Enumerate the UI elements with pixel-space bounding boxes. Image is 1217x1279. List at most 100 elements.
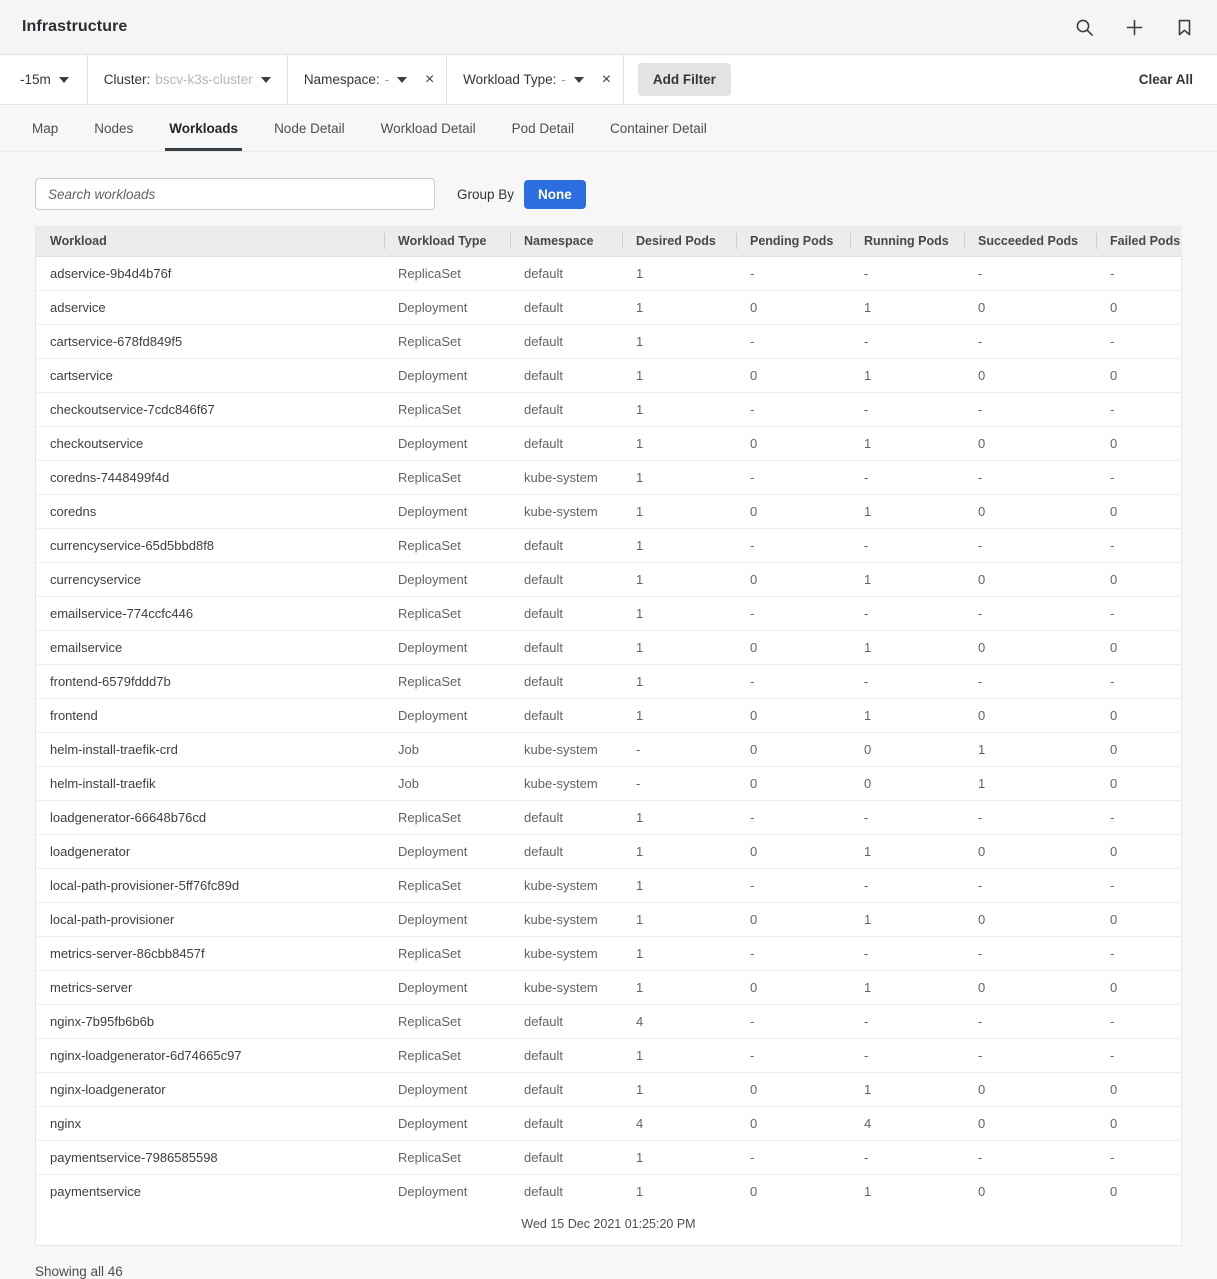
- cell-workload-type: Deployment: [384, 698, 510, 733]
- table-row[interactable]: adservice-9b4d4b76f ReplicaSet default 1- - -…: [36, 256, 1182, 291]
- tab-map[interactable]: Map: [14, 105, 76, 151]
- table-row[interactable]: cartservice Deployment default 1 0 1 0 0: [36, 358, 1182, 393]
- tab-nodes[interactable]: Nodes: [76, 105, 151, 151]
- cell-failed-pods: 0: [1096, 766, 1182, 801]
- cell-workload[interactable]: currencyservice: [36, 562, 384, 597]
- table-row[interactable]: paymentservice-7986585598 ReplicaSet defau…: [36, 1140, 1182, 1175]
- filter-workload-type[interactable]: Workload Type: -: [447, 55, 590, 104]
- table-row[interactable]: emailservice Deployment default 1 0 1 0 0: [36, 630, 1182, 665]
- table-row[interactable]: nginx-loadgenerator-6d74665c97 ReplicaSet…: [36, 1038, 1182, 1073]
- table-row[interactable]: emailservice-774ccfc446 ReplicaSet default…: [36, 596, 1182, 631]
- column-header-failed-pods[interactable]: Failed Pods: [1096, 226, 1182, 257]
- cell-workload[interactable]: checkoutservice: [36, 426, 384, 461]
- table-row[interactable]: nginx-loadgenerator Deployment default 1 0 1 0…: [36, 1072, 1182, 1107]
- tab-node-detail[interactable]: Node Detail: [256, 105, 363, 151]
- cell-workload[interactable]: cartservice-678fd849f5: [36, 324, 384, 359]
- time-range-filter[interactable]: -15m: [0, 55, 88, 104]
- cell-succeeded-pods: 0: [964, 562, 1096, 597]
- column-header-desired-pods[interactable]: Desired Pods: [622, 226, 736, 257]
- column-header-succeeded-pods[interactable]: Succeeded Pods: [964, 226, 1096, 257]
- cell-workload[interactable]: nginx: [36, 1106, 384, 1141]
- cell-workload[interactable]: coredns: [36, 494, 384, 529]
- cell-workload[interactable]: helm-install-traefik-crd: [36, 732, 384, 767]
- clear-all-button[interactable]: Clear All: [1115, 55, 1217, 104]
- table-row[interactable]: paymentservice Deployment default 1 0 1 0 0: [36, 1175, 1182, 1209]
- table-row[interactable]: currencyservice-65d5bbd8f8 ReplicaSet defa…: [36, 528, 1182, 563]
- cell-workload[interactable]: helm-install-traefik: [36, 766, 384, 801]
- cell-workload[interactable]: nginx-loadgenerator-6d74665c97: [36, 1038, 384, 1073]
- table-row[interactable]: helm-install-traefik Job kube-system -0 0 1 0: [36, 766, 1182, 801]
- tab-pod-detail[interactable]: Pod Detail: [494, 105, 592, 151]
- cell-workload[interactable]: coredns-7448499f4d: [36, 460, 384, 495]
- table-row[interactable]: checkoutservice Deployment default 1 0 1 0 0: [36, 426, 1182, 461]
- table-row[interactable]: coredns-7448499f4d ReplicaSet kube-system 1…: [36, 460, 1182, 495]
- cell-workload[interactable]: metrics-server-86cbb8457f: [36, 936, 384, 971]
- table-row[interactable]: coredns Deployment kube-system 1 0 1 0 0: [36, 494, 1182, 529]
- cell-workload[interactable]: emailservice-774ccfc446: [36, 596, 384, 631]
- table-row[interactable]: metrics-server-86cbb8457f ReplicaSet kube-…: [36, 936, 1182, 971]
- cell-namespace: default: [510, 664, 622, 699]
- cell-workload[interactable]: local-path-provisioner-5ff76fc89d: [36, 868, 384, 903]
- table-row[interactable]: frontend-6579fddd7b ReplicaSet default 1- - -…: [36, 664, 1182, 699]
- cell-desired-pods: 1: [636, 1184, 644, 1199]
- table-row[interactable]: loadgenerator-66648b76cd ReplicaSet defaul…: [36, 800, 1182, 835]
- table-row[interactable]: checkoutservice-7cdc846f67 ReplicaSet defa…: [36, 392, 1182, 427]
- cell-workload[interactable]: local-path-provisioner: [36, 902, 384, 937]
- table-row[interactable]: local-path-provisioner-5ff76fc89d Replica…: [36, 868, 1182, 903]
- tab-workloads[interactable]: Workloads: [151, 105, 256, 151]
- group-by-button[interactable]: None: [524, 179, 586, 209]
- plus-icon[interactable]: [1123, 16, 1145, 38]
- page-title: Infrastructure: [22, 18, 128, 35]
- chevron-down-icon: [573, 76, 584, 83]
- cell-workload-type: Deployment: [398, 1184, 468, 1199]
- cell-workload[interactable]: loadgenerator: [36, 834, 384, 869]
- table-row[interactable]: cartservice-678fd849f5 ReplicaSet default 1…: [36, 324, 1182, 359]
- cell-namespace: default: [510, 800, 622, 835]
- table-row[interactable]: metrics-server Deployment kube-system 1 0 1 0 0: [36, 970, 1182, 1005]
- filter-namespace[interactable]: Namespace: -: [288, 55, 413, 104]
- cell-pending-pods: 0: [736, 698, 850, 733]
- search-icon[interactable]: [1073, 16, 1095, 38]
- column-header-workload[interactable]: Workload: [36, 226, 384, 257]
- tab-container-detail[interactable]: Container Detail: [592, 105, 725, 151]
- column-header-running-pods[interactable]: Running Pods: [850, 226, 964, 257]
- cell-workload[interactable]: adservice-9b4d4b76f: [36, 256, 384, 291]
- cell-failed-pods: 0: [1096, 1106, 1182, 1141]
- remove-namespace-filter-button[interactable]: ×: [413, 55, 448, 104]
- cell-workload[interactable]: frontend: [36, 698, 384, 733]
- cell-desired-pods: 1: [622, 664, 736, 699]
- cell-workload[interactable]: emailservice: [36, 630, 384, 665]
- cell-workload[interactable]: adservice: [36, 290, 384, 325]
- cell-workload[interactable]: paymentservice-7986585598: [36, 1140, 384, 1175]
- search-input[interactable]: [35, 178, 435, 210]
- cell-workload[interactable]: loadgenerator-66648b76cd: [36, 800, 384, 835]
- bookmark-icon[interactable]: [1173, 16, 1195, 38]
- cell-failed-pods: 0: [1096, 970, 1182, 1005]
- column-header-namespace[interactable]: Namespace: [510, 226, 622, 257]
- cell-workload[interactable]: cartservice: [36, 358, 384, 393]
- table-row[interactable]: frontend Deployment default 1 0 1 0 0: [36, 698, 1182, 733]
- table-row[interactable]: local-path-provisioner Deployment kube-sys…: [36, 902, 1182, 937]
- cell-workload[interactable]: nginx-loadgenerator: [36, 1072, 384, 1107]
- cell-workload[interactable]: frontend-6579fddd7b: [36, 664, 384, 699]
- column-header-pending-pods[interactable]: Pending Pods: [736, 226, 850, 257]
- cell-workload[interactable]: paymentservice: [36, 1175, 384, 1209]
- cell-failed-pods: -: [1096, 324, 1182, 359]
- cell-workload[interactable]: nginx-7b95fb6b6b: [36, 1004, 384, 1039]
- tab-workload-detail[interactable]: Workload Detail: [363, 105, 494, 151]
- column-header-workload-type[interactable]: Workload Type: [384, 226, 510, 257]
- table-row[interactable]: nginx Deployment default 4 0 4 0 0: [36, 1106, 1182, 1141]
- table-row[interactable]: nginx-7b95fb6b6b ReplicaSet default 4- - - -: [36, 1004, 1182, 1039]
- table-row[interactable]: loadgenerator Deployment default 1 0 1 0 0: [36, 834, 1182, 869]
- cell-workload[interactable]: checkoutservice-7cdc846f67: [36, 392, 384, 427]
- table-row[interactable]: currencyservice Deployment default 1 0 1 0 0: [36, 562, 1182, 597]
- cell-workload[interactable]: metrics-server: [36, 970, 384, 1005]
- remove-workload-type-filter-button[interactable]: ×: [590, 55, 624, 104]
- cell-desired-pods: 1: [622, 358, 736, 393]
- add-filter-button[interactable]: Add Filter: [637, 63, 731, 96]
- cell-workload[interactable]: currencyservice-65d5bbd8f8: [36, 528, 384, 563]
- filter-cluster[interactable]: Cluster: bscv-k3s-cluster: [88, 55, 288, 104]
- table-row[interactable]: helm-install-traefik-crd Job kube-system -0…: [36, 732, 1182, 767]
- cell-succeeded-pods: -: [964, 868, 1096, 903]
- table-row[interactable]: adservice Deployment default 1 0 1 0 0: [36, 290, 1182, 325]
